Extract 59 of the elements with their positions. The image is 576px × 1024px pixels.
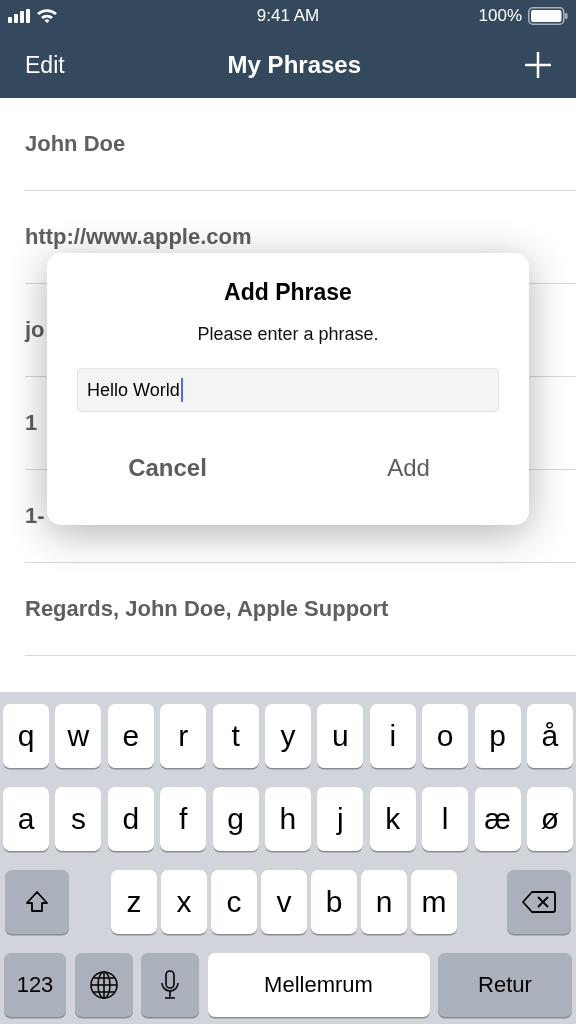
signal-icon <box>8 9 30 23</box>
letter-key[interactable]: d <box>107 787 154 851</box>
dictation-key[interactable] <box>141 953 199 1017</box>
dialog-button[interactable]: Add <box>288 442 529 494</box>
letter-key[interactable]: h <box>264 787 311 851</box>
shift-icon <box>24 889 50 915</box>
letter-key[interactable]: p <box>474 704 521 768</box>
status-time: 9:41 AM <box>256 6 320 26</box>
phrase-input[interactable]: Hello World <box>77 368 499 412</box>
letter-key[interactable]: c <box>211 870 257 934</box>
letter-key[interactable]: ø <box>526 787 573 851</box>
letter-key[interactable]: w <box>55 704 102 768</box>
letter-key[interactable]: m <box>411 870 457 934</box>
letter-key[interactable]: k <box>369 787 416 851</box>
letter-key[interactable]: s <box>55 787 102 851</box>
microphone-icon <box>160 970 180 1000</box>
numbers-key[interactable]: 123 <box>4 953 66 1017</box>
letter-key[interactable]: q <box>3 704 49 768</box>
letter-key[interactable]: z <box>111 870 157 934</box>
dialog-title: Add Phrase <box>224 279 352 306</box>
phrase-item[interactable]: http://www.apple.com <box>25 224 252 250</box>
letter-key[interactable]: æ <box>474 787 521 851</box>
letter-key[interactable]: x <box>161 870 207 934</box>
space-key[interactable]: Mellemrum <box>207 953 430 1017</box>
letter-key[interactable]: v <box>261 870 307 934</box>
phrase-item[interactable]: John Doe <box>25 131 126 157</box>
battery-percent: 100% <box>478 6 522 26</box>
letter-key[interactable]: n <box>361 870 407 934</box>
battery-icon <box>528 7 568 25</box>
globe-key[interactable] <box>74 953 133 1017</box>
return-key[interactable]: Retur <box>438 953 572 1017</box>
edit-button[interactable]: Edit <box>25 51 65 79</box>
shift-key[interactable] <box>5 870 69 934</box>
letter-key[interactable]: g <box>212 787 259 851</box>
letter-key[interactable]: å <box>526 704 573 768</box>
letter-key[interactable]: r <box>160 704 207 768</box>
dialog-button[interactable]: Cancel <box>47 442 288 494</box>
backspace-key[interactable] <box>507 870 571 934</box>
globe-icon <box>88 970 119 1000</box>
nav-title: My Phrases <box>227 51 361 79</box>
letter-key[interactable]: b <box>311 870 357 934</box>
add-icon[interactable] <box>524 51 552 79</box>
letter-key[interactable]: e <box>107 704 154 768</box>
letter-key[interactable]: i <box>369 704 416 768</box>
backspace-icon <box>522 890 556 914</box>
letter-key[interactable]: u <box>317 704 364 768</box>
letter-key[interactable]: f <box>160 787 207 851</box>
phrase-item[interactable]: Regards, John Doe, Apple Support <box>25 596 389 622</box>
letter-key[interactable]: a <box>3 787 49 851</box>
phrase-item[interactable]: 1 <box>25 410 38 436</box>
letter-key[interactable]: l <box>422 787 469 851</box>
phrase-item[interactable]: jo <box>25 317 45 343</box>
letter-key[interactable]: y <box>264 704 311 768</box>
phrase-item[interactable]: 1- <box>25 503 45 529</box>
wifi-icon <box>36 8 58 24</box>
letter-key[interactable]: o <box>422 704 469 768</box>
letter-key[interactable]: j <box>317 787 364 851</box>
dialog-message: Please enter a phrase. <box>197 324 379 345</box>
letter-key[interactable]: t <box>212 704 259 768</box>
